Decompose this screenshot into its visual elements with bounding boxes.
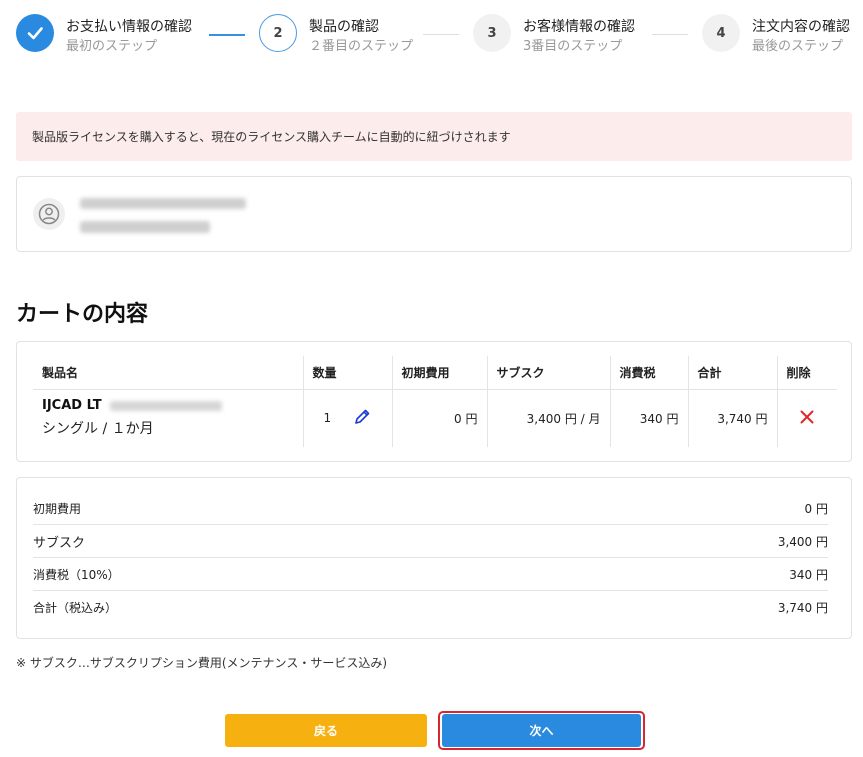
- col-total: 合計: [687, 356, 777, 390]
- summary-subscription-row: サブスク 3,400 円: [33, 525, 828, 558]
- pencil-icon[interactable]: [353, 408, 371, 429]
- col-subscription: サブスク: [486, 356, 610, 390]
- summary-total-label: 合計（税込み）: [33, 601, 118, 615]
- table-row: IJCAD LT シングル / １か月 1 0 円 3,400 円 / 月 34…: [33, 389, 837, 447]
- step-1-subtitle: 最初のステップ: [66, 39, 158, 54]
- user-circle-icon: [33, 198, 65, 230]
- summary-subscription-label: サブスク: [33, 535, 86, 551]
- step-3-number: 3: [473, 14, 511, 52]
- summary-tax-value: 340 円: [789, 567, 828, 582]
- progress-stepper: お支払い情報の確認 最初のステップ 2 製品の確認 ２番目のステップ 3 お客様…: [0, 0, 863, 70]
- step-2-subtitle: ２番目のステップ: [309, 39, 414, 54]
- step-1-check-icon: [16, 14, 54, 52]
- product-edition-redacted: [109, 400, 222, 411]
- total-value: 3,740 円: [687, 389, 777, 447]
- summary-subscription-value: 3,400 円: [777, 534, 828, 549]
- tax-value: 340 円: [609, 389, 688, 447]
- subscription-value: 3,400 円 / 月: [486, 389, 610, 447]
- user-email-redacted: [80, 198, 246, 209]
- cart-heading: カートの内容: [16, 302, 149, 327]
- license-notice: 製品版ライセンスを購入すると、現在のライセンス購入チームに自動的に紐づけされます: [16, 112, 852, 161]
- summary-initial-fee-value: 0 円: [804, 501, 828, 516]
- next-button[interactable]: 次へ: [442, 714, 641, 747]
- product-name: IJCAD LT: [42, 398, 102, 414]
- col-initial-fee: 初期費用: [391, 356, 487, 390]
- user-card: [16, 176, 852, 252]
- user-name-redacted: [80, 221, 210, 233]
- summary-initial-fee-label: 初期費用: [33, 501, 82, 516]
- step-3-title: お客様情報の確認: [523, 19, 635, 35]
- summary-tax-row: 消費税（10%） 340 円: [33, 558, 828, 591]
- quantity-value: 1: [323, 410, 332, 425]
- cart-header-row: 製品名 数量 初期費用 サブスク 消費税 合計 削除: [33, 356, 837, 390]
- summary-total-row: 合計（税込み） 3,740 円: [33, 591, 828, 624]
- step-2-number: 2: [259, 14, 297, 52]
- back-button[interactable]: 戻る: [225, 714, 427, 747]
- col-delete: 削除: [776, 356, 837, 390]
- col-product-name: 製品名: [33, 356, 303, 390]
- cart-card: 製品名 数量 初期費用 サブスク 消費税 合計 削除 IJCAD LT シングル…: [16, 341, 852, 462]
- col-tax: 消費税: [609, 356, 688, 390]
- step-2-title: 製品の確認: [309, 19, 379, 35]
- summary-card: 初期費用 0 円 サブスク 3,400 円 消費税（10%） 340 円 合計（…: [16, 477, 852, 639]
- col-quantity: 数量: [302, 356, 392, 390]
- product-name-line: IJCAD LT: [42, 398, 303, 413]
- step-4-subtitle: 最後のステップ: [752, 39, 844, 54]
- step-4-number: 4: [702, 14, 740, 52]
- product-cell: IJCAD LT シングル / １か月: [33, 389, 303, 447]
- summary-tax-label: 消費税（10%）: [33, 567, 120, 582]
- step-connector-3: [652, 34, 688, 35]
- cart-table: 製品名 数量 初期費用 サブスク 消費税 合計 削除 IJCAD LT シングル…: [33, 356, 837, 447]
- step-connector-2: [423, 34, 459, 35]
- subscription-footnote: ※ サブスク…サブスクリプション費用(メンテナンス・サービス込み): [16, 656, 387, 670]
- summary-total-value: 3,740 円: [777, 601, 828, 615]
- step-connector-1: [209, 34, 245, 36]
- close-icon[interactable]: [799, 409, 815, 428]
- step-4-title: 注文内容の確認: [752, 19, 850, 35]
- product-plan: シングル / １か月: [42, 421, 154, 438]
- step-1-title: お支払い情報の確認: [66, 19, 192, 35]
- summary-initial-fee-row: 初期費用 0 円: [33, 492, 828, 525]
- step-3-subtitle: 3番目のステップ: [523, 39, 623, 54]
- delete-cell: [776, 389, 837, 447]
- quantity-cell: 1: [302, 389, 392, 447]
- initial-fee-value: 0 円: [391, 389, 487, 447]
